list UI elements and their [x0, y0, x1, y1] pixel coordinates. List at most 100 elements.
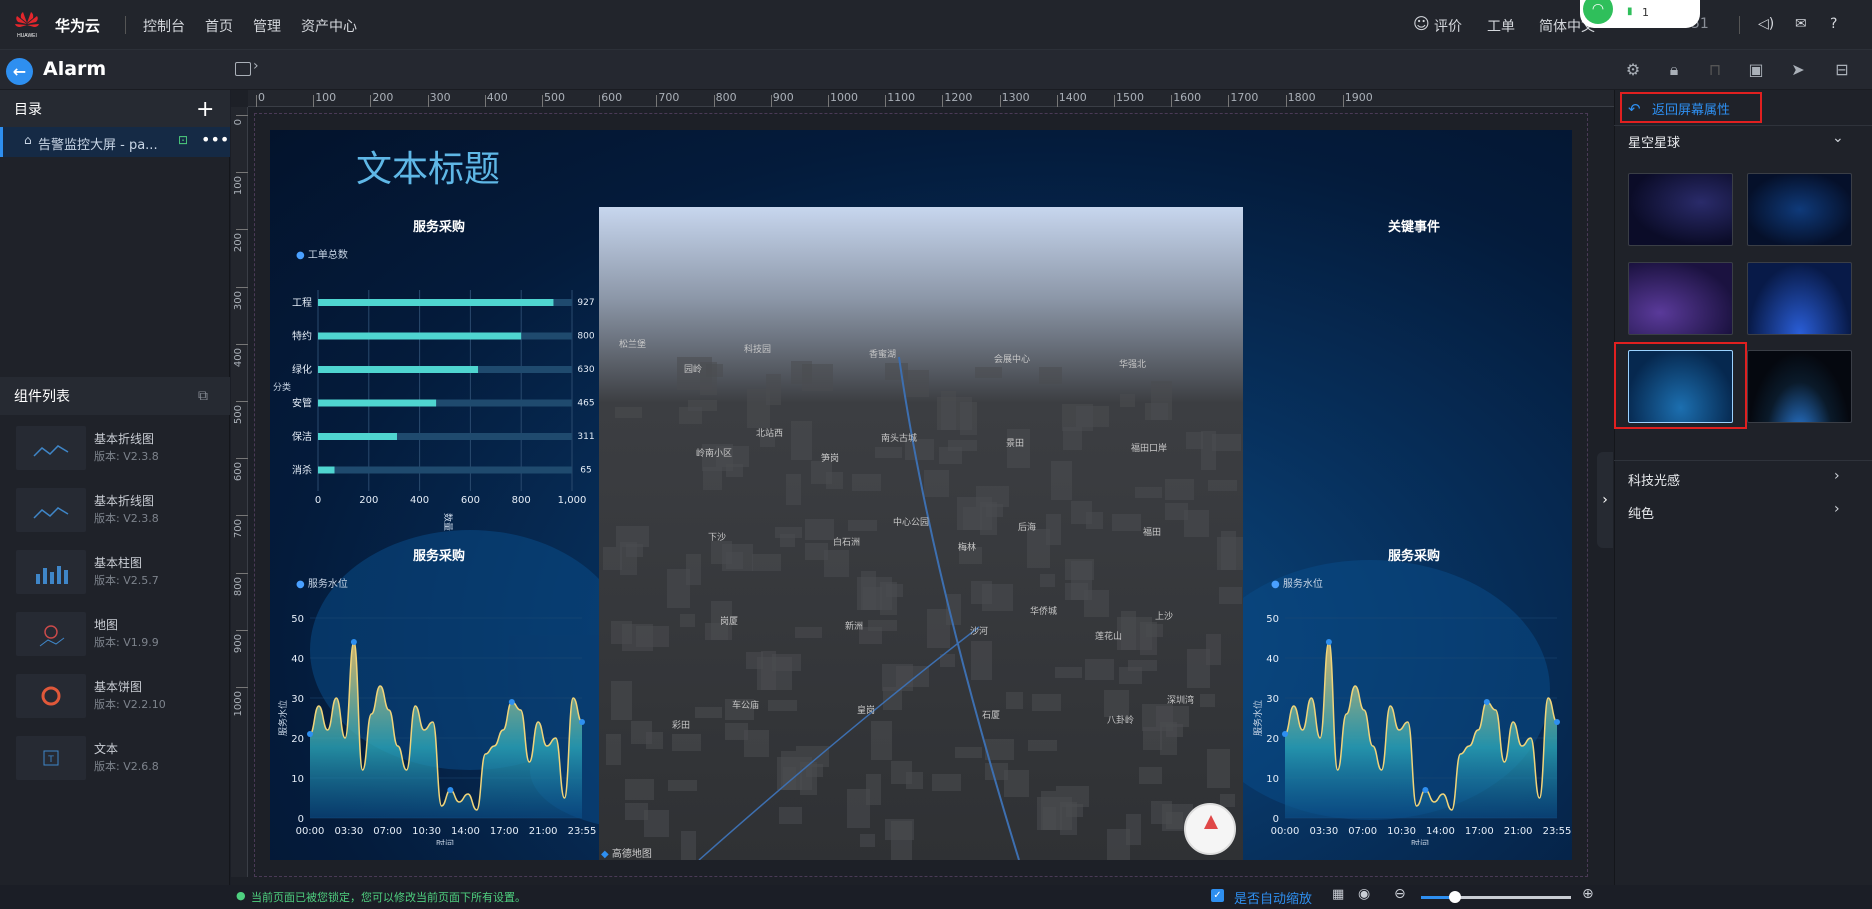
x-tick-label: 03:30 [334, 826, 363, 837]
map-label: 岗厦 [720, 616, 738, 627]
component-item[interactable]: 基本柱图 版本: V2.5.7 [16, 550, 216, 598]
background-thumb[interactable] [1747, 262, 1852, 335]
section-tech-light[interactable]: 科技光感 [1628, 470, 1680, 489]
chevron-down-icon[interactable]: ⌄ [1832, 130, 1844, 146]
nav-assets[interactable]: 资产中心 [301, 16, 357, 36]
x-tick-label: 17:00 [1465, 826, 1494, 837]
add-icon[interactable]: + [196, 97, 214, 122]
publish-icon[interactable]: ➤ [1786, 58, 1810, 82]
ruler-tick [885, 95, 887, 107]
data-point [579, 719, 585, 725]
grid-icon[interactable]: ▦ [1332, 887, 1344, 902]
ticket-link[interactable]: 工单 [1487, 16, 1515, 36]
ruler-tick [542, 95, 543, 107]
background-thumb[interactable] [1628, 173, 1733, 246]
component-item[interactable]: 地图 版本: V1.9.9 [16, 612, 216, 660]
component-name: 基本折线图 [94, 494, 155, 508]
area-chart-left[interactable]: 0 10 20 30 40 50 00:00 03:30 07:00 10:30 14:00 17:0… [270, 600, 600, 845]
zoom-out-icon[interactable]: ⊖ [1394, 886, 1406, 902]
ruler-tick [656, 95, 658, 107]
back-icon[interactable]: ← [6, 58, 33, 85]
preview-icon[interactable]: ⊟ [1830, 58, 1854, 82]
map-label: 松兰堡 [619, 338, 646, 350]
map-building [1142, 704, 1173, 731]
brand-name[interactable]: 华为云 [55, 15, 100, 36]
map-label: 景田 [1006, 438, 1024, 449]
background-thumb[interactable] [1747, 350, 1852, 423]
info-icon: ● [236, 889, 246, 902]
y-tick-label: 50 [291, 614, 304, 625]
speaker-icon[interactable]: ◁) [1758, 16, 1774, 32]
map-label: 皇岗 [857, 704, 875, 716]
zoom-slider-handle[interactable] [1449, 891, 1461, 903]
map-building [860, 834, 875, 847]
chevron-right-icon[interactable]: › [253, 58, 259, 74]
save-icon[interactable]: ▣ [1744, 58, 1768, 82]
ruler-tick [256, 95, 257, 107]
feedback-link[interactable]: 评价 [1434, 16, 1462, 36]
ruler-tick-label: 200 [372, 91, 394, 104]
expand-icon[interactable]: ⧉ [198, 388, 208, 404]
background-thumb[interactable] [1628, 262, 1733, 335]
eye-icon[interactable]: ◉ [1358, 886, 1370, 902]
amap-icon: ◆ [601, 849, 609, 860]
background-thumb[interactable] [1747, 173, 1852, 246]
map-label: 华强北 [1119, 358, 1146, 370]
huawei-logo[interactable]: HUAWEI [12, 9, 42, 39]
mail-icon[interactable]: ✉ [1795, 16, 1807, 32]
nav-home[interactable]: 首页 [205, 16, 233, 36]
zoom-slider-track[interactable] [1421, 896, 1571, 899]
area-chart-right[interactable]: 0 10 20 30 40 50 00:00 03:30 07:00 10:30 14:00 17:0… [1245, 600, 1575, 845]
vertical-ruler[interactable]: 0 100 200 300 400 500 600 700 800 900 1000 [231, 107, 248, 877]
component-item[interactable]: 基本饼图 版本: V2.2.10 [16, 674, 216, 722]
auto-zoom-checkbox[interactable]: ✓ [1211, 889, 1224, 902]
chevron-right-icon[interactable]: › [1834, 468, 1840, 484]
zoom-in-icon[interactable]: ⊕ [1582, 886, 1594, 902]
help-icon[interactable]: ? [1830, 16, 1837, 32]
map-building [706, 364, 723, 377]
unlock-icon[interactable]: ⊓ [1703, 58, 1727, 82]
component-item[interactable]: 基本折线图 版本: V2.3.8 [16, 488, 216, 536]
components-title: 组件列表 [14, 389, 70, 405]
smile-icon[interactable]: ☺ [1413, 14, 1430, 33]
y-axis-label: 服务水位 [277, 700, 289, 736]
screen-title[interactable]: 文本标题 [356, 140, 500, 192]
nav-console[interactable]: 控制台 [143, 16, 185, 36]
map-building [848, 520, 877, 531]
lock-icon[interactable]: ⊡ [178, 133, 188, 147]
component-item[interactable]: T 文本 版本: V2.6.8 [16, 736, 216, 784]
city-map[interactable]: 松兰堡 北站西 中心公园 华侨城 深圳湾 科技园 南头古城 后海 上沙 车公庙 香蜜湖 景田 福田 岗厦皇… [599, 207, 1243, 860]
section-solid-color[interactable]: 纯色 [1628, 503, 1654, 522]
nav-manage[interactable]: 管理 [253, 16, 281, 36]
map-label: 会展中心 [994, 353, 1030, 365]
compass-icon[interactable] [1184, 803, 1236, 855]
y-tick-label: 特约 [292, 330, 312, 343]
map-building [1032, 694, 1061, 711]
map-building [1004, 770, 1029, 797]
map-label: 后海 [1018, 521, 1036, 533]
tree-item-alarm-screen[interactable]: ⌂ 告警监控大屏 - pa... ⊡ ••• [0, 127, 230, 157]
ruler-tick-label: 700 [233, 519, 244, 539]
collapse-panel-handle[interactable]: › [1597, 452, 1613, 548]
bar-chart[interactable]: 0 200 400 600 800 1,000 工程 927 特约 800 绿化 630 安管 465 保洁… [270, 270, 600, 540]
component-item[interactable]: 基本折线图 版本: V2.3.8 [16, 426, 216, 474]
map-building [680, 614, 695, 627]
y-tick-label: 30 [291, 694, 304, 705]
component-name: 基本饼图 [94, 680, 143, 694]
page-icon[interactable] [235, 62, 251, 76]
chevron-right-icon[interactable]: › [1834, 501, 1840, 517]
settings-icon[interactable]: ⚙ [1621, 58, 1645, 82]
wifi-icon: ◠ [1583, 0, 1613, 24]
map-label: 福田 [1143, 526, 1161, 538]
map-building [644, 810, 669, 837]
more-icon[interactable]: ••• [201, 130, 229, 149]
auto-zoom-label[interactable]: 是否自动缩放 [1234, 888, 1312, 907]
map-building [625, 779, 654, 800]
section-starry-planet[interactable]: 星空星球 [1628, 132, 1680, 151]
horizontal-ruler[interactable]: 0 100 200 300 400 500 600 700 800 900 1000 1100 1200… [248, 90, 1614, 107]
data-label: 465 [577, 399, 594, 409]
ruler-tick [599, 95, 601, 107]
bar-chart-icon [16, 550, 86, 594]
lock-icon[interactable]: 🔒︎ [1662, 58, 1686, 82]
map-building [1051, 461, 1072, 500]
